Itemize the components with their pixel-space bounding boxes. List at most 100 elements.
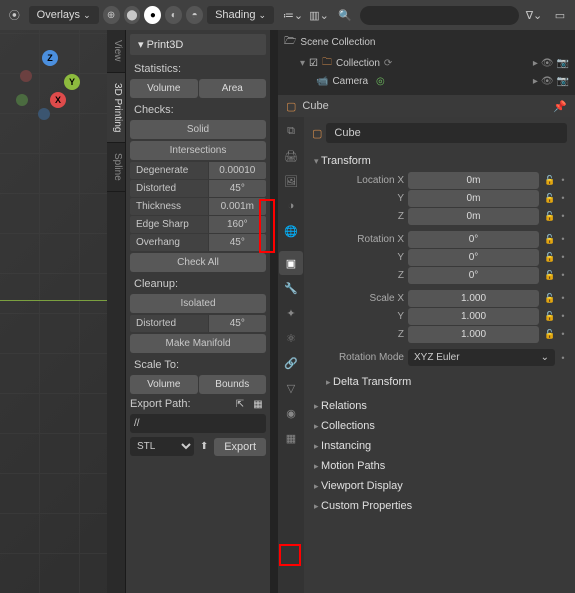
scale-volume-button[interactable]: Volume bbox=[130, 375, 198, 394]
gizmo-x-icon[interactable]: X bbox=[50, 92, 66, 108]
location-z-value[interactable]: 0m bbox=[408, 208, 539, 225]
tab-object-icon[interactable]: ▣ bbox=[279, 251, 303, 275]
gizmo-z-icon[interactable]: Z bbox=[42, 50, 58, 66]
hide-icon[interactable]: ▸ bbox=[533, 76, 538, 87]
eye-icon[interactable]: 👁 bbox=[541, 58, 554, 69]
scale-z-value[interactable]: 1.000 bbox=[408, 326, 539, 343]
editor-type-icon[interactable]: ≔⌄ bbox=[282, 4, 304, 26]
keyframe-dot-icon[interactable]: • bbox=[559, 329, 567, 340]
outliner-collection-row[interactable]: ▾ ☑ 🗀 Collection ⟳ ▸ 👁 📷 bbox=[296, 53, 573, 74]
scale-y-value[interactable]: 1.000 bbox=[408, 308, 539, 325]
outliner-scene-row[interactable]: 🗁 Scene Collection bbox=[280, 32, 573, 53]
lock-icon[interactable]: 🔓 bbox=[543, 252, 557, 263]
keyframe-dot-icon[interactable]: • bbox=[559, 311, 567, 322]
delta-transform-header[interactable]: Delta Transform bbox=[324, 372, 567, 392]
scale-x-value[interactable]: 1.000 bbox=[408, 290, 539, 307]
keyframe-dot-icon[interactable]: • bbox=[559, 353, 567, 363]
gizmo-neg-x-icon[interactable] bbox=[20, 70, 32, 82]
gizmo-neg-y-icon[interactable] bbox=[16, 94, 28, 106]
axes-gizmo[interactable]: Z Y X bbox=[10, 50, 90, 130]
tab-3d-printing[interactable]: 3D Printing bbox=[107, 73, 125, 143]
distorted-value[interactable]: 45° bbox=[209, 180, 266, 197]
tab-world-icon[interactable]: 🌐 bbox=[279, 219, 303, 243]
export-button[interactable]: Export bbox=[214, 438, 266, 456]
edgesharp-button[interactable]: Edge Sharp bbox=[130, 216, 208, 233]
overhang-button[interactable]: Overhang bbox=[130, 234, 208, 251]
tab-particles-icon[interactable]: ✦ bbox=[279, 301, 303, 325]
gizmo-y-icon[interactable]: Y bbox=[64, 74, 80, 90]
location-y-value[interactable]: 0m bbox=[408, 190, 539, 207]
lock-icon[interactable]: 🔓 bbox=[543, 293, 557, 304]
tab-view[interactable]: View bbox=[107, 30, 125, 73]
camera-data-icon[interactable]: ◎ bbox=[376, 76, 385, 87]
export-up-icon[interactable]: ⬆ bbox=[196, 439, 212, 455]
shading-material-icon[interactable]: ● bbox=[144, 6, 161, 24]
scale-bounds-button[interactable]: Bounds bbox=[199, 375, 267, 394]
solid-button[interactable]: Solid bbox=[130, 120, 266, 139]
eye-icon[interactable]: 👁 bbox=[541, 76, 554, 87]
tab-render-icon[interactable]: ⧉ bbox=[279, 119, 303, 143]
rotation-z-value[interactable]: 0° bbox=[408, 267, 539, 284]
transform-header[interactable]: Transform bbox=[312, 151, 567, 171]
shading-wire-icon[interactable]: ⊕ bbox=[103, 6, 120, 24]
disclosure-icon[interactable]: ▾ bbox=[300, 58, 305, 69]
overlays-dropdown[interactable]: Overlays bbox=[29, 6, 99, 24]
shading-solid-icon[interactable]: ⬤ bbox=[124, 6, 141, 24]
lock-icon[interactable]: 🔓 bbox=[543, 193, 557, 204]
degenerate-button[interactable]: Degenerate bbox=[130, 162, 208, 179]
lock-icon[interactable]: 🔓 bbox=[543, 175, 557, 186]
rotation-y-value[interactable]: 0° bbox=[408, 249, 539, 266]
3d-viewport[interactable]: Z Y X View 3D Printing Spline ▾ Print3D … bbox=[0, 30, 270, 593]
degenerate-value[interactable]: 0.00010 bbox=[209, 162, 266, 179]
intersections-button[interactable]: Intersections bbox=[130, 141, 266, 160]
shading-dropdown[interactable]: Shading bbox=[207, 6, 274, 24]
rotation-mode-select[interactable]: XYZ Euler⌄ bbox=[408, 349, 555, 366]
lock-icon[interactable]: 🔓 bbox=[543, 211, 557, 222]
cleanup-distorted-value[interactable]: 45° bbox=[209, 315, 266, 332]
tab-mesh-icon[interactable]: ▽ bbox=[279, 376, 303, 400]
instancing-header[interactable]: Instancing bbox=[312, 436, 567, 456]
viewlayer-icon[interactable]: ⟳ bbox=[384, 58, 392, 69]
shading-rendered-icon[interactable]: ◐ bbox=[165, 6, 182, 24]
lock-icon[interactable]: 🔓 bbox=[543, 329, 557, 340]
lock-icon[interactable]: 🔓 bbox=[543, 234, 557, 245]
area-button[interactable]: Area bbox=[199, 79, 267, 98]
pin-icon[interactable]: 📌 bbox=[553, 100, 567, 113]
thickness-button[interactable]: Thickness bbox=[130, 198, 208, 215]
rotation-x-value[interactable]: 0° bbox=[408, 231, 539, 248]
tab-output-icon[interactable]: 🖨 bbox=[279, 144, 303, 168]
camera-restrict-icon[interactable]: 📷 bbox=[557, 58, 569, 69]
relations-header[interactable]: Relations bbox=[312, 396, 567, 416]
hide-icon[interactable]: ▸ bbox=[533, 58, 538, 69]
edgesharp-value[interactable]: 160° bbox=[209, 216, 266, 233]
keyframe-dot-icon[interactable]: • bbox=[559, 270, 567, 281]
tab-modifiers-icon[interactable]: 🔧 bbox=[279, 276, 303, 300]
keyframe-dot-icon[interactable]: • bbox=[559, 252, 567, 263]
overhang-value[interactable]: 45° bbox=[209, 234, 266, 251]
custom-properties-header[interactable]: Custom Properties bbox=[312, 496, 567, 516]
new-collection-icon[interactable]: ▭ bbox=[549, 4, 571, 26]
display-mode-icon[interactable]: ▥⌄ bbox=[308, 4, 330, 26]
tab-texture-icon[interactable]: ▦ bbox=[279, 426, 303, 450]
tab-material-icon[interactable]: ◉ bbox=[279, 401, 303, 425]
checkbox-icon[interactable]: ☑ bbox=[309, 58, 318, 69]
apply-transform-icon[interactable]: ▦ bbox=[250, 396, 266, 412]
keyframe-dot-icon[interactable]: • bbox=[559, 211, 567, 222]
outliner-search-input[interactable] bbox=[360, 6, 519, 25]
volume-button[interactable]: Volume bbox=[130, 79, 198, 98]
export-path-input[interactable] bbox=[130, 414, 266, 433]
camera-restrict-icon[interactable]: 📷 bbox=[557, 76, 569, 87]
copy-path-icon[interactable]: ⇱ bbox=[232, 396, 248, 412]
gizmo-neg-z-icon[interactable] bbox=[38, 108, 50, 120]
cleanup-distorted-button[interactable]: Distorted bbox=[130, 315, 208, 332]
isolated-button[interactable]: Isolated bbox=[130, 294, 266, 313]
keyframe-dot-icon[interactable]: • bbox=[559, 293, 567, 304]
panel-title[interactable]: ▾ Print3D bbox=[130, 34, 266, 55]
outliner-camera-row[interactable]: 📹 Camera ◎ ▸ 👁 📷 bbox=[312, 74, 573, 89]
outliner[interactable]: 🗁 Scene Collection ▾ ☑ 🗀 Collection ⟳ ▸ … bbox=[278, 30, 575, 95]
object-name-input[interactable] bbox=[326, 123, 567, 143]
thickness-value[interactable]: 0.001m bbox=[209, 198, 266, 215]
viewport-display-header[interactable]: Viewport Display bbox=[312, 476, 567, 496]
keyframe-dot-icon[interactable]: • bbox=[559, 193, 567, 204]
filter-icon[interactable]: ∇⌄ bbox=[523, 4, 545, 26]
